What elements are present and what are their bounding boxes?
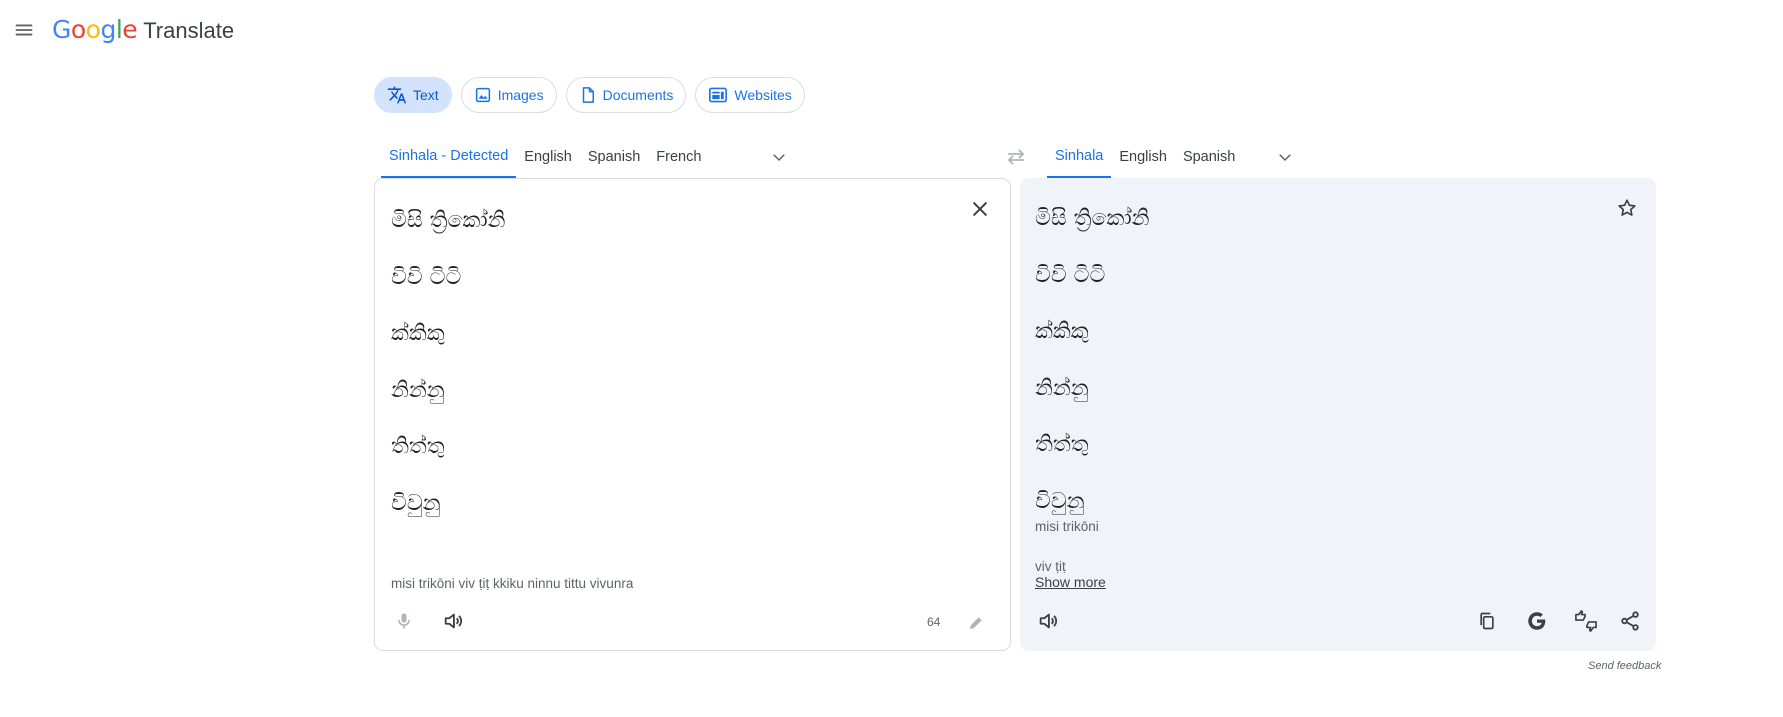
logo-letter: e (122, 15, 138, 44)
clear-source-button[interactable] (964, 193, 996, 225)
tab-images[interactable]: Images (460, 77, 557, 113)
target-language-sinhala[interactable]: Sinhala (1047, 136, 1112, 178)
source-language-english[interactable]: English (516, 136, 580, 178)
show-more-link[interactable]: Show more (1035, 574, 1106, 590)
source-text-line: විවි ටිටි (391, 264, 462, 290)
swap-icon (1007, 149, 1025, 165)
translate-icon (387, 86, 407, 104)
swap-languages-button[interactable] (1001, 142, 1031, 172)
speaker-icon (1039, 613, 1058, 629)
tab-text-label: Text (413, 87, 439, 103)
translation-output: මිසි ත්‍රිකෝනි විවි ටිටි ක්කිකු නින්නු ත… (1035, 191, 1595, 530)
translation-mode-tabs: Text Images Documents Websites (374, 77, 805, 113)
speaker-icon (444, 613, 463, 629)
microphone-icon (398, 613, 410, 629)
source-text-line: නින්නු (391, 377, 445, 403)
translation-text-line: විවි ටිටි (1035, 262, 1106, 288)
source-language-detected[interactable]: Sinhala - Detected (381, 136, 517, 178)
voice-input-button[interactable] (386, 603, 422, 639)
main-menu-button[interactable] (10, 16, 38, 44)
tab-images-label: Images (497, 87, 544, 103)
google-g-icon (1528, 612, 1546, 630)
translation-text-line: තිත්තු (1035, 432, 1089, 457)
logo-letter: g (100, 15, 116, 44)
tab-documents[interactable]: Documents (565, 77, 687, 113)
copy-translation-button[interactable] (1469, 603, 1505, 639)
chevron-down-icon (773, 154, 786, 162)
tab-websites-label: Websites (734, 87, 792, 103)
source-language-french[interactable]: French (648, 136, 709, 178)
logo-letter: o (70, 15, 86, 44)
handwriting-button[interactable] (958, 605, 994, 641)
document-icon (582, 87, 594, 103)
star-icon (1618, 199, 1636, 216)
target-language-bar: Sinhala English Spanish (1047, 136, 1307, 178)
pencil-icon (970, 617, 982, 629)
source-transliteration: misi trikōni viv ṭiṭ kkiku ninnu tittu v… (391, 576, 634, 591)
target-language-spanish[interactable]: Spanish (1175, 136, 1243, 178)
image-icon (475, 87, 490, 103)
target-transliteration: misi trikōni viv ṭiṭ (1035, 517, 1099, 577)
logo-letter: o (85, 15, 101, 44)
target-language-english[interactable]: English (1111, 136, 1175, 178)
save-translation-button[interactable] (1611, 192, 1643, 224)
send-feedback-link[interactable]: Send feedback (1588, 660, 1661, 672)
share-translation-button[interactable] (1612, 603, 1648, 639)
logo-letter: G (52, 15, 71, 44)
source-text-line: ක්කිකු (391, 321, 445, 346)
listen-source-button[interactable] (435, 603, 471, 639)
hamburger-menu-icon (15, 24, 33, 36)
search-google-button[interactable] (1519, 603, 1555, 639)
tab-documents-label: Documents (602, 87, 674, 103)
character-count: 64 (927, 615, 941, 629)
rate-translation-button[interactable] (1568, 603, 1604, 639)
tab-text[interactable]: Text (374, 77, 452, 113)
top-bar: G o o g l e Translate (0, 0, 1783, 60)
google-translate-logo[interactable]: G o o g l e Translate (52, 15, 234, 45)
target-panel: මිසි ත්‍රිකෝනි විවි ටිටි ක්කිකු නින්නු ත… (1020, 178, 1656, 651)
translation-text-line: මිසි ත්‍රිකෝනි (1035, 206, 1150, 231)
source-panel: මිසි ත්‍රිකෝනි විවි ටිටි ක්කිකු නින්නු ත… (374, 178, 1011, 651)
source-language-spanish[interactable]: Spanish (580, 136, 648, 178)
translation-text-line: විවුනු (1035, 488, 1085, 514)
source-text-line: මිසි ත්‍රිකෝනි (391, 208, 506, 233)
thumbs-up-down-icon (1575, 610, 1597, 632)
source-language-bar: Sinhala - Detected English Spanish Frenc… (381, 136, 801, 178)
source-text-line: විවුනු (391, 490, 441, 516)
source-text-input[interactable]: මිසි ත්‍රිකෝනි විවි ටිටි ක්කිකු නින්නු ත… (391, 193, 951, 532)
copy-icon (1480, 612, 1494, 630)
target-transliteration-line: misi trikōni (1035, 519, 1099, 534)
product-name: Translate (143, 18, 235, 43)
tab-websites[interactable]: Websites (695, 77, 805, 113)
website-icon (709, 87, 728, 103)
chevron-down-icon (1279, 154, 1292, 162)
close-icon (972, 201, 988, 217)
translation-text-line: ක්කිකු (1035, 319, 1089, 344)
source-text-line: තිත්තු (391, 434, 445, 459)
target-language-more-button[interactable] (1263, 136, 1307, 178)
translation-text-line: නින්නු (1035, 375, 1089, 401)
source-language-more-button[interactable] (757, 136, 801, 178)
share-icon (1621, 611, 1639, 631)
listen-translation-button[interactable] (1030, 603, 1066, 639)
